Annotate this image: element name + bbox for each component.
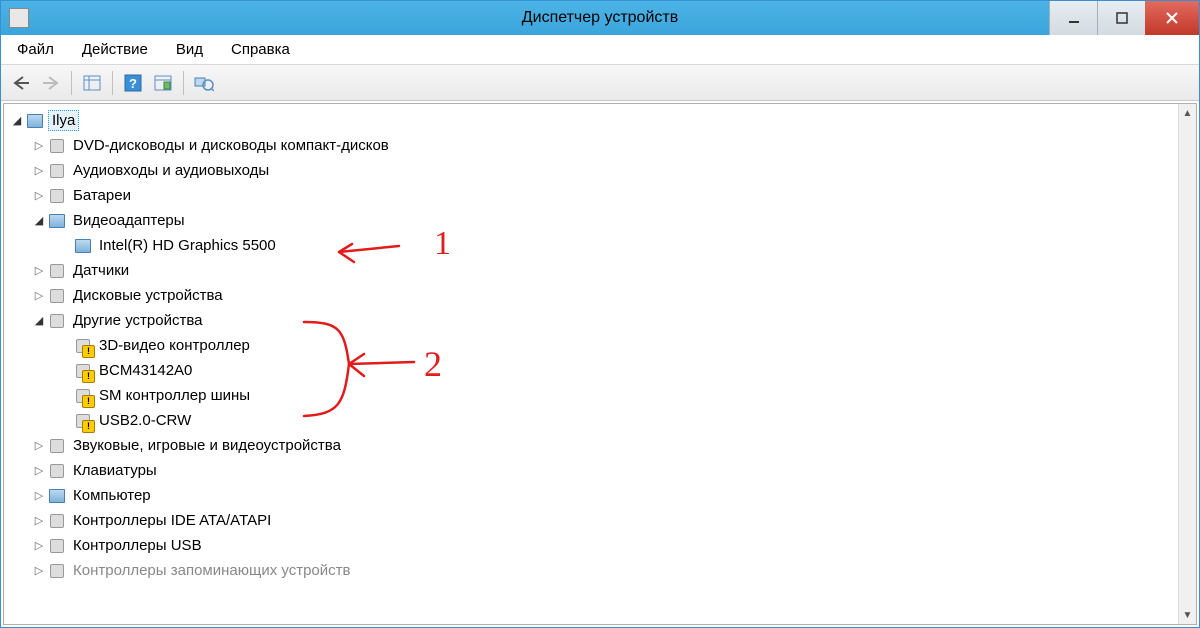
expander-icon[interactable]: ▷ — [32, 264, 46, 277]
menubar: Файл Действие Вид Справка — [1, 35, 1199, 65]
tree-item-keyboards[interactable]: ▷ Клавиатуры — [4, 458, 1178, 483]
disc-drive-icon — [48, 137, 66, 155]
tree-item-3d-video[interactable]: 3D-видео контроллер — [4, 333, 1178, 358]
expander-icon[interactable]: ▷ — [32, 489, 46, 502]
tree-item-sm-bus[interactable]: SM контроллер шины — [4, 383, 1178, 408]
toolbar-separator — [112, 71, 113, 95]
unknown-device-icon — [74, 337, 92, 355]
device-tree: ◢ Ilya ▷ DVD-дисководы и дисководы компа… — [4, 104, 1178, 624]
tree-item-usb-crw[interactable]: USB2.0-CRW — [4, 408, 1178, 433]
expander-icon[interactable]: ▷ — [32, 189, 46, 202]
tree-item-intel-hd[interactable]: Intel(R) HD Graphics 5500 — [4, 233, 1178, 258]
menu-action[interactable]: Действие — [70, 39, 160, 60]
toolbar-properties-button[interactable] — [149, 69, 177, 97]
expander-icon[interactable]: ▷ — [32, 514, 46, 527]
tree-item-sensors[interactable]: ▷ Датчики — [4, 258, 1178, 283]
toolbar: ? — [1, 65, 1199, 101]
maximize-icon — [1116, 12, 1128, 24]
expander-icon[interactable]: ▷ — [32, 289, 46, 302]
titlebar: Диспетчер устройств — [1, 1, 1199, 35]
expander-icon[interactable]: ◢ — [32, 214, 46, 227]
scroll-down-button[interactable]: ▼ — [1179, 606, 1196, 624]
battery-icon — [48, 187, 66, 205]
expander-icon[interactable]: ▷ — [32, 164, 46, 177]
expander-icon[interactable]: ▷ — [32, 564, 46, 577]
scroll-up-button[interactable]: ▲ — [1179, 104, 1196, 122]
tree-root-label: Ilya — [48, 110, 79, 131]
svg-text:?: ? — [129, 76, 137, 91]
other-devices-icon — [48, 312, 66, 330]
ide-controller-icon — [48, 512, 66, 530]
toolbar-forward-button[interactable] — [37, 69, 65, 97]
expander-icon[interactable]: ▷ — [32, 439, 46, 452]
tree-item-other-devices[interactable]: ◢ Другие устройства — [4, 308, 1178, 333]
window-controls — [1049, 1, 1199, 35]
expander-icon[interactable]: ◢ — [32, 314, 46, 327]
toolbar-separator — [71, 71, 72, 95]
maximize-button[interactable] — [1097, 1, 1145, 35]
unknown-device-icon — [74, 412, 92, 430]
expander-icon[interactable]: ▷ — [32, 539, 46, 552]
sensor-icon — [48, 262, 66, 280]
expander-icon[interactable]: ◢ — [10, 114, 24, 127]
disk-icon — [48, 287, 66, 305]
unknown-device-icon — [74, 387, 92, 405]
computer-icon — [48, 487, 66, 505]
close-button[interactable] — [1145, 1, 1199, 35]
tree-item-partial[interactable]: ▷ Контроллеры запоминающих устройств — [4, 558, 1178, 583]
vertical-scrollbar[interactable]: ▲ ▼ — [1178, 104, 1196, 624]
tree-item-usb[interactable]: ▷ Контроллеры USB — [4, 533, 1178, 558]
sound-icon — [48, 437, 66, 455]
expander-icon[interactable]: ▷ — [32, 139, 46, 152]
toolbar-separator — [183, 71, 184, 95]
usb-controller-icon — [48, 537, 66, 555]
scan-icon — [194, 74, 214, 92]
help-icon: ? — [124, 74, 142, 92]
keyboard-icon — [48, 462, 66, 480]
properties-icon — [154, 75, 172, 91]
minimize-icon — [1068, 12, 1080, 24]
close-icon — [1165, 11, 1179, 25]
toolbar-scan-button[interactable] — [190, 69, 218, 97]
tree-item-video-adapters[interactable]: ◢ Видеоадаптеры — [4, 208, 1178, 233]
storage-controller-icon — [48, 562, 66, 580]
computer-icon — [26, 112, 44, 130]
tree-item-ide[interactable]: ▷ Контроллеры IDE ATA/ATAPI — [4, 508, 1178, 533]
display-adapter-icon — [74, 237, 92, 255]
tree-root[interactable]: ◢ Ilya — [4, 108, 1178, 133]
app-icon — [9, 8, 29, 28]
arrow-right-icon — [41, 75, 61, 91]
audio-io-icon — [48, 162, 66, 180]
menu-view[interactable]: Вид — [164, 39, 215, 60]
tree-item-audio-io[interactable]: ▷ Аудиовходы и аудиовыходы — [4, 158, 1178, 183]
menu-file[interactable]: Файл — [5, 39, 66, 60]
content-area: ◢ Ilya ▷ DVD-дисководы и дисководы компа… — [3, 103, 1197, 625]
minimize-button[interactable] — [1049, 1, 1097, 35]
grid-icon — [83, 75, 101, 91]
window-title: Диспетчер устройств — [522, 9, 678, 27]
tree-item-computer[interactable]: ▷ Компьютер — [4, 483, 1178, 508]
tree-item-sound-game[interactable]: ▷ Звуковые, игровые и видеоустройства — [4, 433, 1178, 458]
device-manager-window: Диспетчер устройств Файл Действие Вид Сп… — [0, 0, 1200, 628]
tree-item-batteries[interactable]: ▷ Батареи — [4, 183, 1178, 208]
expander-icon[interactable]: ▷ — [32, 464, 46, 477]
display-adapter-icon — [48, 212, 66, 230]
toolbar-show-hidden-button[interactable] — [78, 69, 106, 97]
toolbar-help-button[interactable]: ? — [119, 69, 147, 97]
unknown-device-icon — [74, 362, 92, 380]
tree-item-bcm[interactable]: BCM43142A0 — [4, 358, 1178, 383]
menu-help[interactable]: Справка — [219, 39, 302, 60]
tree-item-dvd[interactable]: ▷ DVD-дисководы и дисководы компакт-диск… — [4, 133, 1178, 158]
toolbar-back-button[interactable] — [7, 69, 35, 97]
tree-item-disk-devices[interactable]: ▷ Дисковые устройства — [4, 283, 1178, 308]
arrow-left-icon — [11, 75, 31, 91]
